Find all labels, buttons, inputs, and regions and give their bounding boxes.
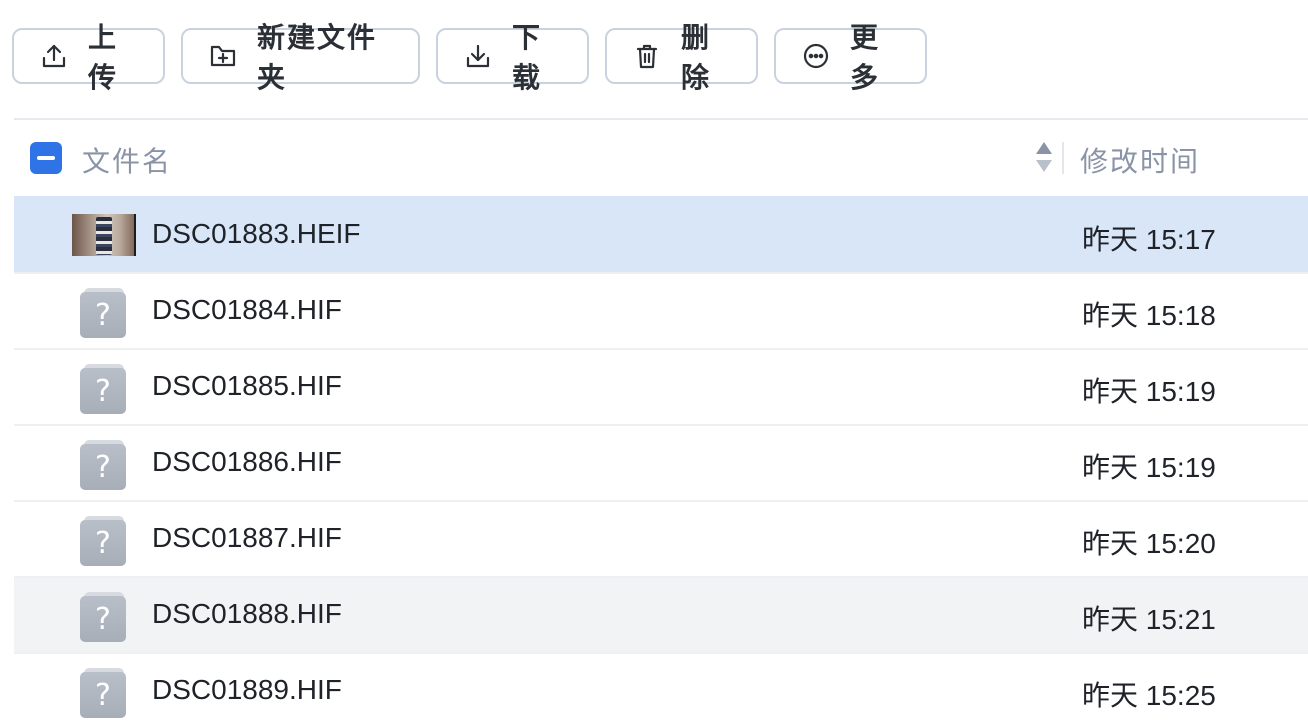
- photo-thumbnail: [72, 214, 136, 256]
- file-modified-time: 昨天 15:21: [1082, 604, 1216, 635]
- file-name[interactable]: DSC01887.HIF: [152, 522, 342, 554]
- file-name[interactable]: DSC01886.HIF: [152, 446, 342, 478]
- table-row[interactable]: ? DSC01887.HIF 昨天 15:20: [14, 500, 1308, 576]
- select-all-checkbox[interactable]: [30, 142, 62, 174]
- table-row[interactable]: DSC01883.HEIF 昨天 15:17: [14, 196, 1308, 272]
- delete-label: 删除: [681, 22, 712, 93]
- unknown-file-icon: ?: [80, 592, 126, 642]
- table-row[interactable]: ? DSC01884.HIF 昨天 15:18: [14, 272, 1308, 348]
- more-button[interactable]: 更多: [774, 22, 927, 93]
- sort-icon[interactable]: [1036, 140, 1052, 174]
- folder-add-icon: [209, 42, 237, 70]
- unknown-file-icon: ?: [80, 440, 126, 490]
- download-label: 下载: [512, 22, 543, 93]
- unknown-file-icon: ?: [80, 364, 126, 414]
- delete-button[interactable]: 删除: [605, 22, 758, 93]
- file-name[interactable]: DSC01889.HIF: [152, 674, 342, 706]
- download-button[interactable]: 下载: [436, 22, 589, 93]
- trash-icon: [633, 42, 661, 70]
- file-modified-time: 昨天 15:19: [1082, 376, 1216, 407]
- column-header-time[interactable]: 修改时间: [1080, 140, 1200, 180]
- column-header-name[interactable]: 文件名: [82, 140, 172, 180]
- more-label: 更多: [850, 22, 881, 93]
- more-icon: [802, 42, 830, 70]
- table-header: 文件名 修改时间: [14, 118, 1308, 196]
- new-folder-button[interactable]: 新建文件夹: [181, 22, 420, 93]
- file-modified-time: 昨天 15:20: [1082, 528, 1216, 559]
- file-table: 文件名 修改时间 DSC01883.HEIF 昨天 15:17 ? DSC018…: [14, 118, 1308, 728]
- file-name[interactable]: DSC01885.HIF: [152, 370, 342, 402]
- new-folder-label: 新建文件夹: [257, 22, 378, 93]
- upload-label: 上传: [88, 22, 119, 93]
- upload-button[interactable]: 上传: [12, 22, 165, 93]
- unknown-file-icon: ?: [80, 288, 126, 338]
- file-name[interactable]: DSC01884.HIF: [152, 294, 342, 326]
- download-icon: [464, 42, 492, 70]
- indeterminate-icon: [37, 156, 55, 160]
- file-name[interactable]: DSC01888.HIF: [152, 598, 342, 630]
- table-row[interactable]: ? DSC01886.HIF 昨天 15:19: [14, 424, 1308, 500]
- file-modified-time: 昨天 15:19: [1082, 452, 1216, 483]
- table-row[interactable]: ? DSC01885.HIF 昨天 15:19: [14, 348, 1308, 424]
- table-row[interactable]: ? DSC01888.HIF 昨天 15:21: [14, 576, 1308, 652]
- unknown-file-icon: ?: [80, 516, 126, 566]
- unknown-file-icon: ?: [80, 668, 126, 718]
- file-name[interactable]: DSC01883.HEIF: [152, 218, 361, 250]
- file-modified-time: 昨天 15:25: [1082, 680, 1216, 711]
- table-row[interactable]: ? DSC01889.HIF 昨天 15:25: [14, 652, 1308, 728]
- column-divider[interactable]: [1062, 142, 1064, 174]
- file-modified-time: 昨天 15:18: [1082, 300, 1216, 331]
- upload-icon: [40, 42, 68, 70]
- toolbar: 上传 新建文件夹 下载 删除 更多: [12, 22, 927, 93]
- file-modified-time: 昨天 15:17: [1082, 224, 1216, 255]
